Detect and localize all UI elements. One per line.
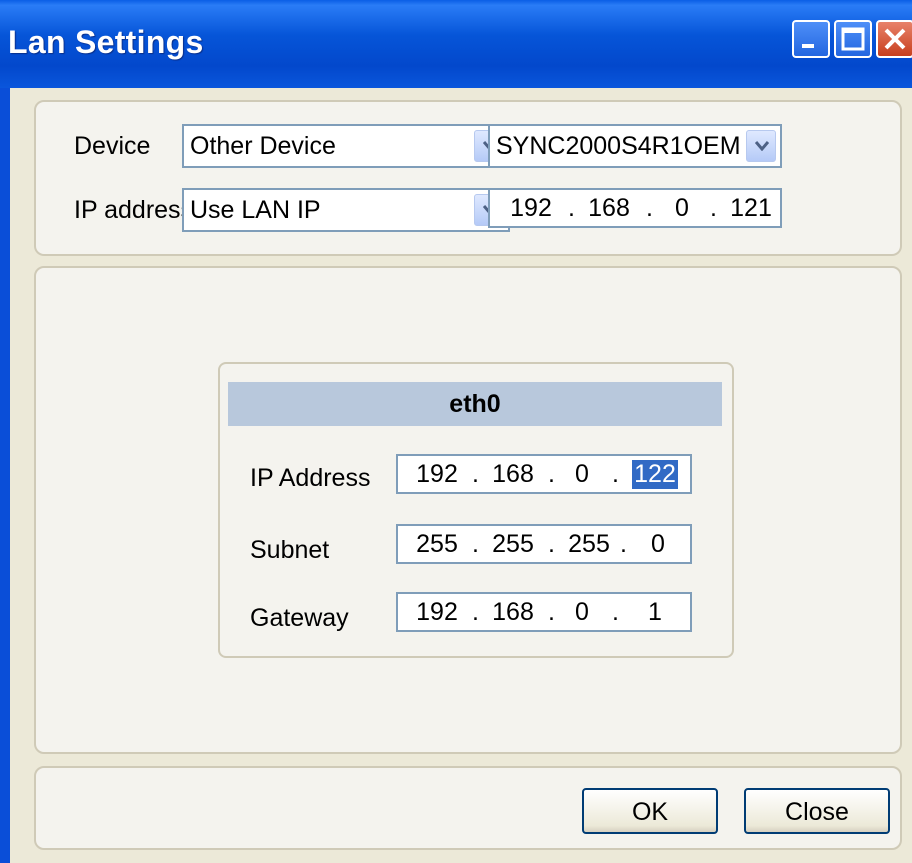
ip-octet-1: 192 [510, 194, 552, 222]
window-left-border [0, 88, 10, 863]
eth-ip-address-label: IP Address [250, 464, 371, 492]
gateway-input[interactable]: 192 . 168 . 0 . 1 [396, 592, 692, 632]
ok-button-label: OK [631, 798, 669, 826]
network-config-group: eth0 IP Address 192 . 168 . 0 . 122 Subn… [34, 266, 902, 754]
ip-dot: . [548, 530, 555, 558]
ip-octet-2: 168 [492, 460, 534, 488]
close-window-button[interactable] [876, 20, 912, 58]
gateway-label: Gateway [250, 604, 349, 632]
subnet-input[interactable]: 255 . 255 . 255 . 0 [396, 524, 692, 564]
ip-octet-4-selected: 122 [632, 460, 678, 489]
ip-octet-2: 168 [492, 598, 534, 626]
ip-address-label: IP address [74, 196, 194, 224]
title-bar[interactable]: Lan Settings [0, 0, 912, 88]
ip-octet-3: 0 [675, 194, 689, 222]
window-title: Lan Settings [8, 24, 204, 60]
button-group: OK Close [34, 766, 902, 850]
ip-dot: . [548, 598, 555, 626]
ip-octet-1: 255 [416, 530, 458, 558]
ip-octet-3: 0 [575, 598, 589, 626]
device-group: Device Other Device SYNC2000S4R1OEM IP a… [34, 100, 902, 256]
subnet-label: Subnet [250, 536, 330, 564]
ip-octet-2: 255 [492, 530, 534, 558]
ip-dot: . [612, 598, 619, 626]
close-icon [884, 28, 906, 50]
eth-ip-address-input[interactable]: 192 . 168 . 0 . 122 [396, 454, 692, 494]
ip-dot: . [620, 530, 627, 558]
device-type-select[interactable]: Other Device [182, 124, 510, 168]
minimize-button[interactable] [792, 20, 830, 58]
ok-button[interactable]: OK [582, 788, 718, 834]
lan-settings-window: Lan Settings Device Other Device SYNC200… [0, 0, 912, 863]
dropdown-arrow-button[interactable] [746, 130, 776, 162]
ip-octet-4: 121 [730, 194, 772, 222]
ip-octet-4: 1 [648, 598, 662, 626]
ip-octet-4: 0 [651, 530, 665, 558]
eth0-panel: eth0 IP Address 192 . 168 . 0 . 122 Subn… [218, 362, 734, 658]
ip-dot: . [710, 194, 717, 222]
ip-dot: . [612, 460, 619, 488]
ip-dot: . [568, 194, 575, 222]
ip-octet-3: 0 [575, 460, 589, 488]
ip-octet-1: 192 [416, 598, 458, 626]
device-type-value: Other Device [190, 132, 336, 160]
ip-dot: . [548, 460, 555, 488]
lan-ip-input[interactable]: 192 . 168 . 0 . 121 [488, 188, 782, 228]
ip-dot: . [646, 194, 653, 222]
eth0-header: eth0 [228, 382, 722, 426]
device-model-value: SYNC2000S4R1OEM [496, 132, 741, 160]
ip-dot: . [472, 598, 479, 626]
close-button[interactable]: Close [744, 788, 890, 834]
ip-mode-value: Use LAN IP [190, 196, 321, 224]
eth0-title: eth0 [449, 390, 501, 418]
ip-dot: . [472, 530, 479, 558]
ip-dot: . [472, 460, 479, 488]
minimize-icon [802, 44, 814, 48]
maximize-icon [841, 27, 865, 51]
close-button-label: Close [785, 798, 849, 826]
device-model-select[interactable]: SYNC2000S4R1OEM [488, 124, 782, 168]
ip-octet-2: 168 [588, 194, 630, 222]
ip-octet-3: 255 [568, 530, 610, 558]
device-label: Device [74, 132, 151, 160]
ip-octet-1: 192 [416, 460, 458, 488]
ip-mode-select[interactable]: Use LAN IP [182, 188, 510, 232]
chevron-down-icon [755, 141, 769, 151]
maximize-button[interactable] [834, 20, 872, 58]
